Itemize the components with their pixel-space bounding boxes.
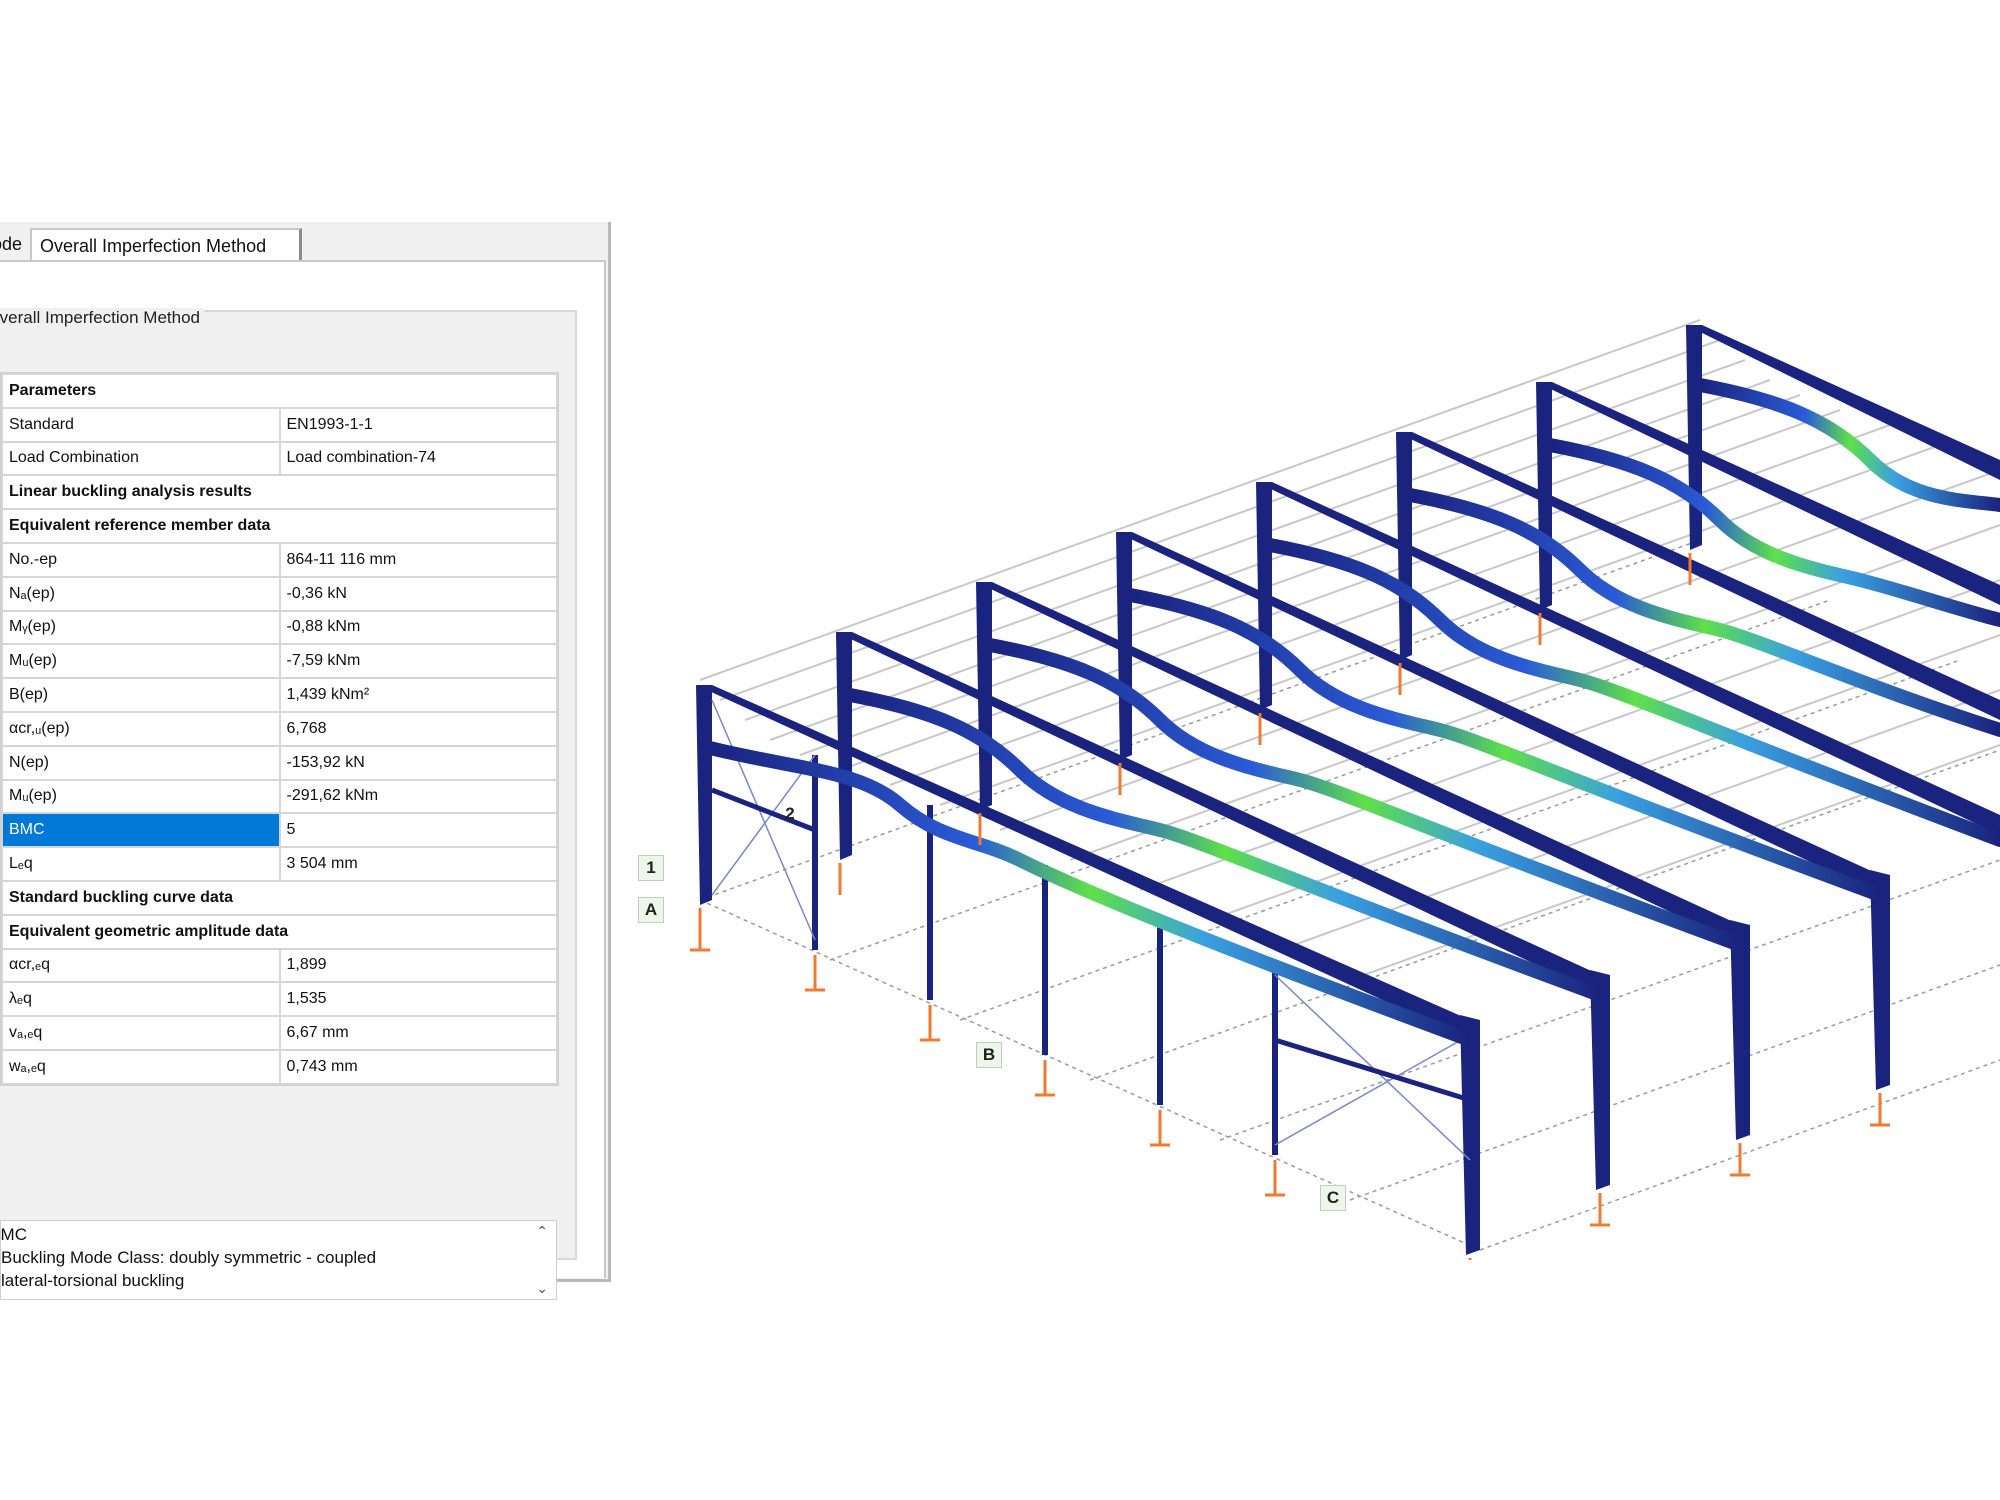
parameter-value[interactable]: 1,562 ° <box>278 1082 558 1085</box>
parameter-value[interactable]: -0,36 kN <box>278 575 558 612</box>
grid-axis-label-1: 1 <box>638 855 664 881</box>
parameter-value[interactable]: -291,62 kNm <box>278 778 558 815</box>
section-label: Linear buckling analysis results <box>1 474 558 511</box>
parameter-name: vₐ,ₑq <box>1 1015 281 1051</box>
parameter-name: αcr,ₑq <box>1 947 281 984</box>
grid-axis-label-c: C <box>1320 1185 1346 1211</box>
parameter-value[interactable]: 3 504 mm <box>278 846 558 882</box>
parameter-name: N(ep) <box>1 744 281 781</box>
parameter-grid[interactable]: Parameters Standard EN1993-1-1 Load Combina… <box>0 372 559 1086</box>
tab-overall-imperfection-method[interactable]: Overall Imperfection Method <box>30 228 302 260</box>
model-geometry <box>690 319 2000 1260</box>
tab-mode[interactable]: Mode <box>0 228 30 260</box>
table-row[interactable]: vₐ,ₑq 6,67 mm <box>1 1015 558 1051</box>
table-row[interactable]: BMC 5 <box>1 812 558 849</box>
parameter-name: B(ep) <box>1 677 281 713</box>
grid-axis-label-2: 2 <box>785 804 795 823</box>
table-row[interactable]: αcr,ₑq 1,899 <box>1 947 558 984</box>
table-row[interactable]: αcr,ᵤ(ep) 6,768 <box>1 710 558 747</box>
parameter-value[interactable]: Load combination-74 <box>278 440 558 477</box>
tab-bar: Mode Overall Imperfection Method <box>0 222 608 260</box>
parameter-value[interactable]: -153,92 kN <box>278 744 558 781</box>
scroll-up-arrow-icon[interactable]: ⌃ <box>536 1223 548 1240</box>
table-section-header[interactable]: Equivalent geometric amplitude data <box>1 913 558 950</box>
scroll-down-arrow-icon[interactable]: ⌄ <box>536 1280 548 1297</box>
grid-axis-label-a: A <box>638 897 664 923</box>
table-row[interactable]: No.-ep 864-11 116 mm <box>1 541 558 578</box>
parameter-value[interactable]: EN1993-1-1 <box>278 406 558 443</box>
parameter-value[interactable]: 864-11 116 mm <box>278 541 558 578</box>
section-label: Equivalent geometric amplitude data <box>1 913 558 950</box>
parameter-name: Standard <box>1 406 281 443</box>
group-title: Overall Imperfection Method <box>0 308 204 328</box>
parameter-value[interactable]: -0,88 kNm <box>278 609 558 646</box>
table-section-header[interactable]: Parameters <box>1 373 558 409</box>
table-row[interactable]: Mᵧ(ep) -0,88 kNm <box>1 609 558 646</box>
parameter-value[interactable]: 1,439 kNm² <box>278 677 558 713</box>
parameter-name: Mᵤ(ep) <box>1 778 281 815</box>
parameter-name: Nₐ(ep) <box>1 575 281 612</box>
table-section-header[interactable]: Equivalent reference member data <box>1 508 558 544</box>
table-section-header[interactable]: Standard buckling curve data <box>1 879 558 916</box>
structural-model-view[interactable] <box>600 300 2000 1260</box>
parameter-value[interactable]: 6,768 <box>278 710 558 747</box>
buckled-members <box>703 378 2000 1047</box>
table-section-header[interactable]: Linear buckling analysis results <box>1 474 558 511</box>
table-row[interactable]: Lₑq 3 504 mm <box>1 846 558 882</box>
parameter-value[interactable]: -7,59 kNm <box>278 643 558 680</box>
table-row[interactable]: Mᵤ(ep) -7,59 kNm <box>1 643 558 680</box>
parameter-name: wₐ,ₑq <box>1 1048 281 1085</box>
parameter-name: Mᵧ(ep) <box>1 609 281 646</box>
parameter-name: φₐ,ₑq <box>1 1082 281 1085</box>
parameter-value[interactable]: 6,67 mm <box>278 1015 558 1051</box>
parameter-value[interactable]: 0,743 mm <box>278 1048 558 1085</box>
table-row[interactable]: Nₐ(ep) -0,36 kN <box>1 575 558 612</box>
description-title: BMC <box>1 1225 27 1244</box>
section-label: Standard buckling curve data <box>1 879 558 916</box>
parameter-name: αcr,ᵤ(ep) <box>1 710 281 747</box>
section-label: Equivalent reference member data <box>1 508 558 544</box>
table-row[interactable]: φₐ,ₑq1,562 ° <box>1 1082 558 1085</box>
parameter-name: No.-ep <box>1 541 281 578</box>
table-row[interactable]: Standard EN1993-1-1 <box>1 406 558 443</box>
parameter-name: Mᵤ(ep) <box>1 643 281 680</box>
table-row[interactable]: Load Combination Load combination-74 <box>1 440 558 477</box>
description-box: BMC Buckling Mode Class: doubly symmetri… <box>0 1220 557 1300</box>
parameter-name: Load Combination <box>1 440 281 477</box>
description-text: Buckling Mode Class: doubly symmetric - … <box>1 1248 377 1267</box>
parameter-table: Parameters Standard EN1993-1-1 Load Combina… <box>1 373 558 1085</box>
parameter-value[interactable]: 1,535 <box>278 981 558 1018</box>
imperfection-dialog: Mode Overall Imperfection Method Overall… <box>0 222 611 1300</box>
imperfection-group: Overall Imperfection Method Parameters St… <box>0 308 577 1300</box>
table-row[interactable]: λₑq 1,535 <box>1 981 558 1018</box>
grid-axis-label-b: B <box>976 1042 1002 1068</box>
parameter-name: Lₑq <box>1 846 281 882</box>
table-row[interactable]: Mᵤ(ep) -291,62 kNm <box>1 778 558 815</box>
parameter-name: λₑq <box>1 981 281 1018</box>
table-row[interactable]: N(ep) -153,92 kN <box>1 744 558 781</box>
table-row[interactable]: B(ep) 1,439 kNm² <box>1 677 558 713</box>
table-row[interactable]: wₐ,ₑq 0,743 mm <box>1 1048 558 1085</box>
tab-content: Overall Imperfection Method Parameters St… <box>0 260 606 1300</box>
description-text-2: lateral-torsional buckling <box>1 1271 185 1290</box>
parameter-value[interactable]: 1,899 <box>278 947 558 984</box>
parameter-value[interactable]: 5 <box>278 812 558 849</box>
section-label: Parameters <box>1 373 558 409</box>
parameter-name: BMC <box>1 812 281 849</box>
